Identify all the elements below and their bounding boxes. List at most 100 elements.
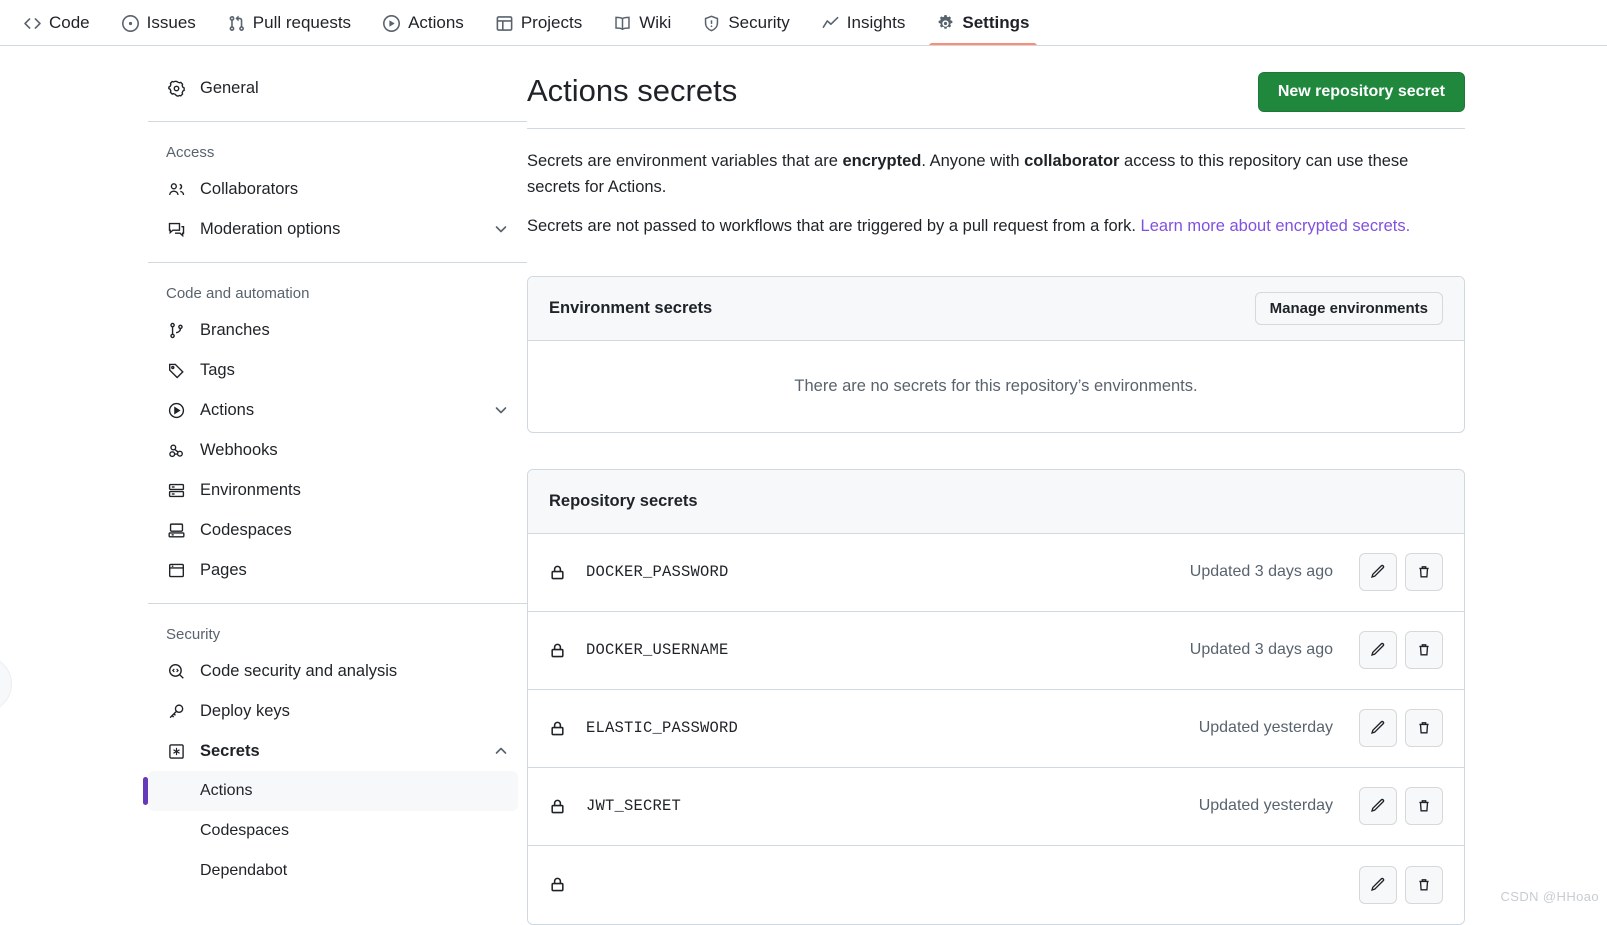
secret-updated: Updated 3 days ago (1190, 563, 1333, 581)
pencil-icon[interactable] (1359, 866, 1397, 904)
lock-icon (549, 876, 569, 893)
intro-text: Secrets are environment variables that a… (527, 129, 1465, 240)
server-icon (166, 482, 186, 499)
browser-icon (166, 562, 186, 579)
sidebar-item-moderation-options-label: Moderation options (200, 220, 340, 239)
webhook-icon (166, 442, 186, 459)
sidebar-item-collaborators-label: Collaborators (200, 180, 298, 199)
sidebar-item-moderation-options[interactable]: Moderation options (148, 209, 527, 249)
sidebar-item-tags[interactable]: Tags (148, 350, 527, 390)
shield-icon (703, 15, 720, 32)
sidebar-subitem-secrets-dependabot[interactable]: Dependabot (148, 851, 518, 891)
lock-icon (549, 642, 569, 659)
sidebar-item-codespaces[interactable]: Codespaces (148, 510, 527, 550)
sidebar-item-webhooks[interactable]: Webhooks (148, 430, 527, 470)
nav-tab-wiki[interactable]: Wiki (598, 0, 687, 46)
sidebar-item-collaborators[interactable]: Collaborators (148, 169, 527, 209)
graph-icon (822, 15, 839, 32)
sidebar-item-actions[interactable]: Actions (148, 390, 527, 430)
chevron-down-icon[interactable] (493, 221, 509, 237)
trash-icon[interactable] (1405, 631, 1443, 669)
sidebar-divider (148, 603, 527, 604)
chevron-up-icon[interactable] (493, 743, 509, 759)
nav-tab-projects[interactable]: Projects (480, 0, 598, 46)
sidebar-item-code-security-and-analysis[interactable]: Code security and analysis (148, 651, 527, 691)
page-body: General Access Collaborators Moderation … (0, 46, 1607, 909)
nav-tab-code[interactable]: Code (8, 0, 106, 46)
repository-secrets-header: Repository secrets (528, 470, 1464, 534)
codescan-icon (166, 663, 186, 680)
table-row: ELASTIC_PASSWORD Updated yesterday (528, 690, 1464, 768)
repository-secrets-title: Repository secrets (549, 492, 698, 511)
sidebar-subitem-secrets-dependabot-label: Dependabot (200, 862, 287, 880)
sidebar-item-tags-label: Tags (200, 361, 235, 380)
page-title: Actions secrets (527, 72, 737, 109)
nav-tab-insights-label: Insights (847, 13, 906, 33)
sidebar-item-deploy-keys-label: Deploy keys (200, 702, 290, 721)
sidebar-item-code-security-and-analysis-label: Code security and analysis (200, 662, 397, 681)
play-icon (383, 15, 400, 32)
lock-icon (549, 720, 569, 737)
pencil-icon[interactable] (1359, 631, 1397, 669)
code-icon (24, 15, 41, 32)
sidebar-subitem-secrets-actions[interactable]: Actions (148, 771, 518, 811)
sidebar-item-secrets[interactable]: Secrets (148, 731, 527, 771)
nav-tab-actions-label: Actions (408, 13, 464, 33)
pencil-icon[interactable] (1359, 787, 1397, 825)
intro-p1-part-a: Secrets are environment variables that a… (527, 152, 843, 170)
learn-more-encrypted-secrets-link[interactable]: Learn more about encrypted secrets. (1141, 217, 1411, 235)
sidebar-section-code-and-automation: Code and automation (148, 276, 527, 310)
sidebar-item-secrets-label: Secrets (200, 742, 260, 761)
scroll-to-top-button[interactable] (0, 656, 12, 712)
nav-tab-settings-label: Settings (962, 13, 1029, 33)
table-icon (496, 15, 513, 32)
sidebar-item-pages-label: Pages (200, 561, 247, 580)
table-row: DOCKER_USERNAME Updated 3 days ago (528, 612, 1464, 690)
table-row: DOCKER_PASSWORD Updated 3 days ago (528, 534, 1464, 612)
chevron-down-icon[interactable] (493, 402, 509, 418)
sidebar-subitem-secrets-codespaces[interactable]: Codespaces (148, 811, 518, 851)
new-repository-secret-button[interactable]: New repository secret (1258, 72, 1465, 112)
trash-icon[interactable] (1405, 866, 1443, 904)
sidebar-divider (148, 121, 527, 122)
manage-environments-button[interactable]: Manage environments (1255, 292, 1443, 325)
environment-secrets-header: Environment secrets Manage environments (528, 277, 1464, 341)
sidebar-item-branches[interactable]: Branches (148, 310, 527, 350)
trash-icon[interactable] (1405, 553, 1443, 591)
intro-paragraph-1: Secrets are environment variables that a… (527, 149, 1465, 200)
intro-p1-collaborator: collaborator (1024, 152, 1119, 170)
key-icon (166, 703, 186, 720)
sidebar-item-environments[interactable]: Environments (148, 470, 527, 510)
sidebar-item-general-label: General (200, 79, 259, 98)
secret-name: JWT_SECRET (586, 797, 681, 815)
nav-tab-security[interactable]: Security (687, 0, 805, 46)
nav-tab-code-label: Code (49, 13, 90, 33)
nav-tab-pull-requests[interactable]: Pull requests (212, 0, 367, 46)
codespaces-icon (166, 522, 186, 539)
book-icon (614, 15, 631, 32)
pencil-icon[interactable] (1359, 709, 1397, 747)
secret-updated: Updated yesterday (1199, 797, 1333, 815)
gear-icon (937, 15, 954, 32)
lock-icon (549, 564, 569, 581)
repository-secrets-card: Repository secrets DOCKER_PASSWORD Updat… (527, 469, 1465, 925)
sidebar-item-general[interactable]: General (148, 68, 527, 108)
nav-tab-issues[interactable]: Issues (106, 0, 212, 46)
sidebar-item-pages[interactable]: Pages (148, 550, 527, 590)
gear-icon (166, 80, 186, 97)
nav-tab-insights[interactable]: Insights (806, 0, 922, 46)
comment-discussion-icon (166, 221, 186, 238)
sidebar-item-deploy-keys[interactable]: Deploy keys (148, 691, 527, 731)
git-pull-request-icon (228, 15, 245, 32)
trash-icon[interactable] (1405, 787, 1443, 825)
table-row: JWT_SECRET Updated yesterday (528, 768, 1464, 846)
nav-tab-actions[interactable]: Actions (367, 0, 480, 46)
watermark: CSDN @HHoao (1500, 889, 1599, 904)
secret-updated: Updated 3 days ago (1190, 641, 1333, 659)
sidebar-item-codespaces-label: Codespaces (200, 521, 292, 540)
pencil-icon[interactable] (1359, 553, 1397, 591)
repository-top-nav: Code Issues Pull requests Actions Projec… (0, 0, 1607, 46)
trash-icon[interactable] (1405, 709, 1443, 747)
nav-tab-issues-label: Issues (147, 13, 196, 33)
nav-tab-settings[interactable]: Settings (921, 0, 1045, 46)
